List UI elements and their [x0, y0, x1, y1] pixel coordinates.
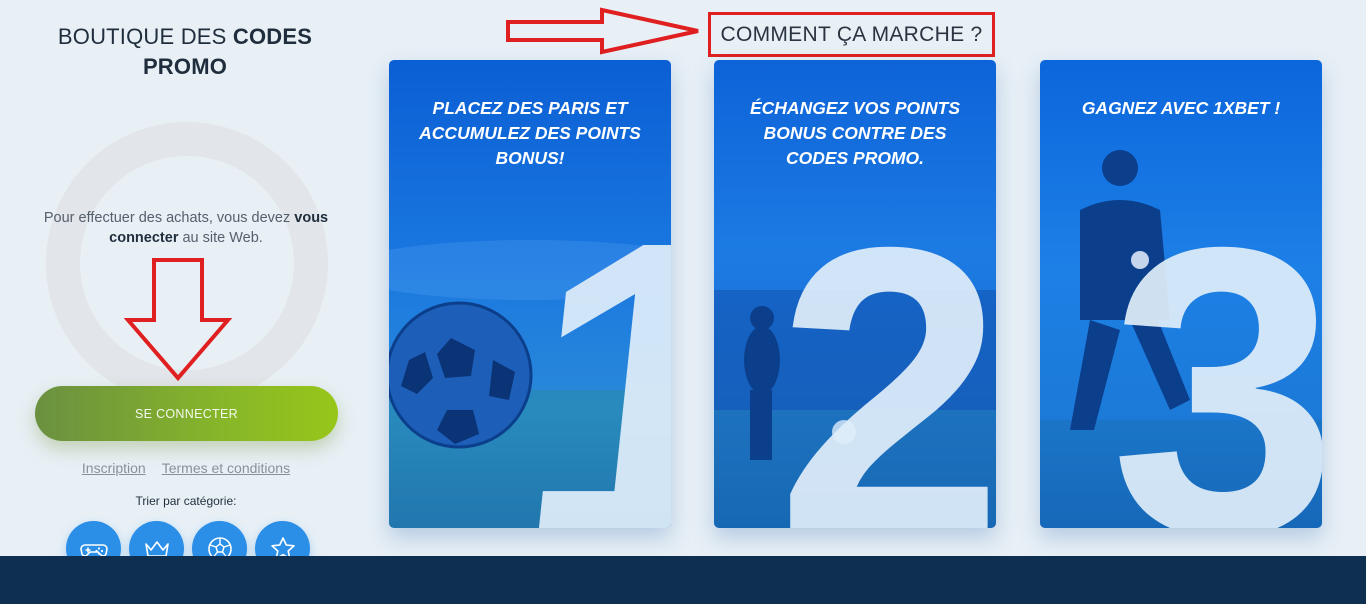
login-message: Pour effectuer des achats, vous devez vo…	[40, 208, 332, 248]
auth-links: Inscription Termes et conditions	[40, 460, 332, 476]
footer-bar	[0, 556, 1366, 604]
step-card-1: 1 PLACEZ DES PARIS ET ACCUMULEZ DES POIN…	[389, 60, 671, 528]
step-title-3: GAGNEZ AVEC 1XBET !	[1081, 98, 1281, 118]
shop-title-regular: BOUTIQUE DES	[57, 24, 233, 49]
connect-button[interactable]: SE CONNECTER	[35, 386, 338, 441]
how-it-works-title: COMMENT ÇA MARCHE ?	[708, 12, 995, 57]
shop-title: BOUTIQUE DES CODES PROMO	[40, 22, 330, 82]
register-link[interactable]: Inscription	[82, 460, 146, 476]
annotation-right-arrow-icon	[506, 7, 699, 55]
step-card-2: 2 ÉCHANGEZ VOS POINTS BONUS CONTRE DES C…	[714, 60, 996, 528]
step-card-3: 3 GAGNEZ AVEC 1XBET !	[1040, 60, 1322, 528]
login-message-suffix: au site Web.	[178, 230, 263, 246]
step-title-2: ÉCHANGEZ VOS POINTS BONUS CONTRE DES COD…	[749, 98, 961, 168]
step-number-3: 3	[1110, 162, 1322, 528]
step-title-1: PLACEZ DES PARIS ET ACCUMULEZ DES POINTS…	[419, 98, 641, 168]
step-number-2: 2	[776, 162, 996, 528]
terms-link[interactable]: Termes et conditions	[162, 460, 290, 476]
sort-label: Trier par catégorie:	[135, 494, 237, 508]
annotation-down-arrow-icon	[124, 258, 232, 382]
login-message-prefix: Pour effectuer des achats, vous devez	[43, 210, 295, 226]
